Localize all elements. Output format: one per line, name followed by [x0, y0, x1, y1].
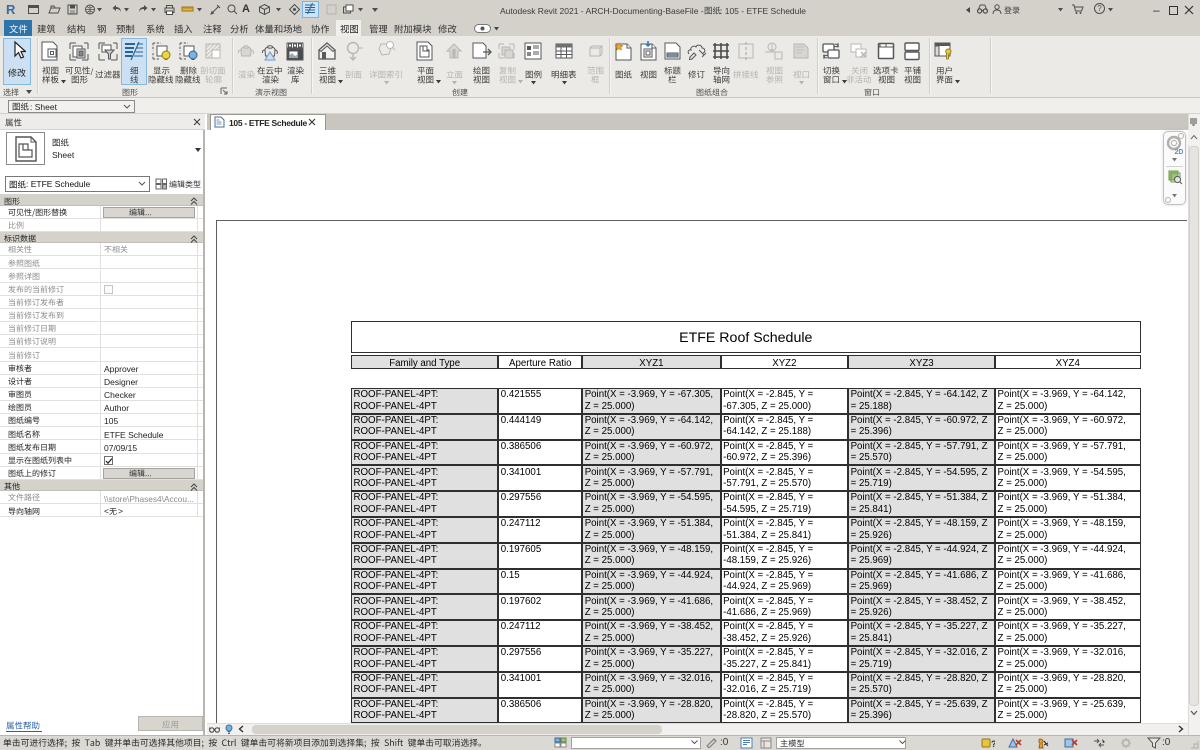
svg-text:?: ?	[991, 739, 995, 749]
svg-text:2D: 2D	[1175, 149, 1184, 155]
